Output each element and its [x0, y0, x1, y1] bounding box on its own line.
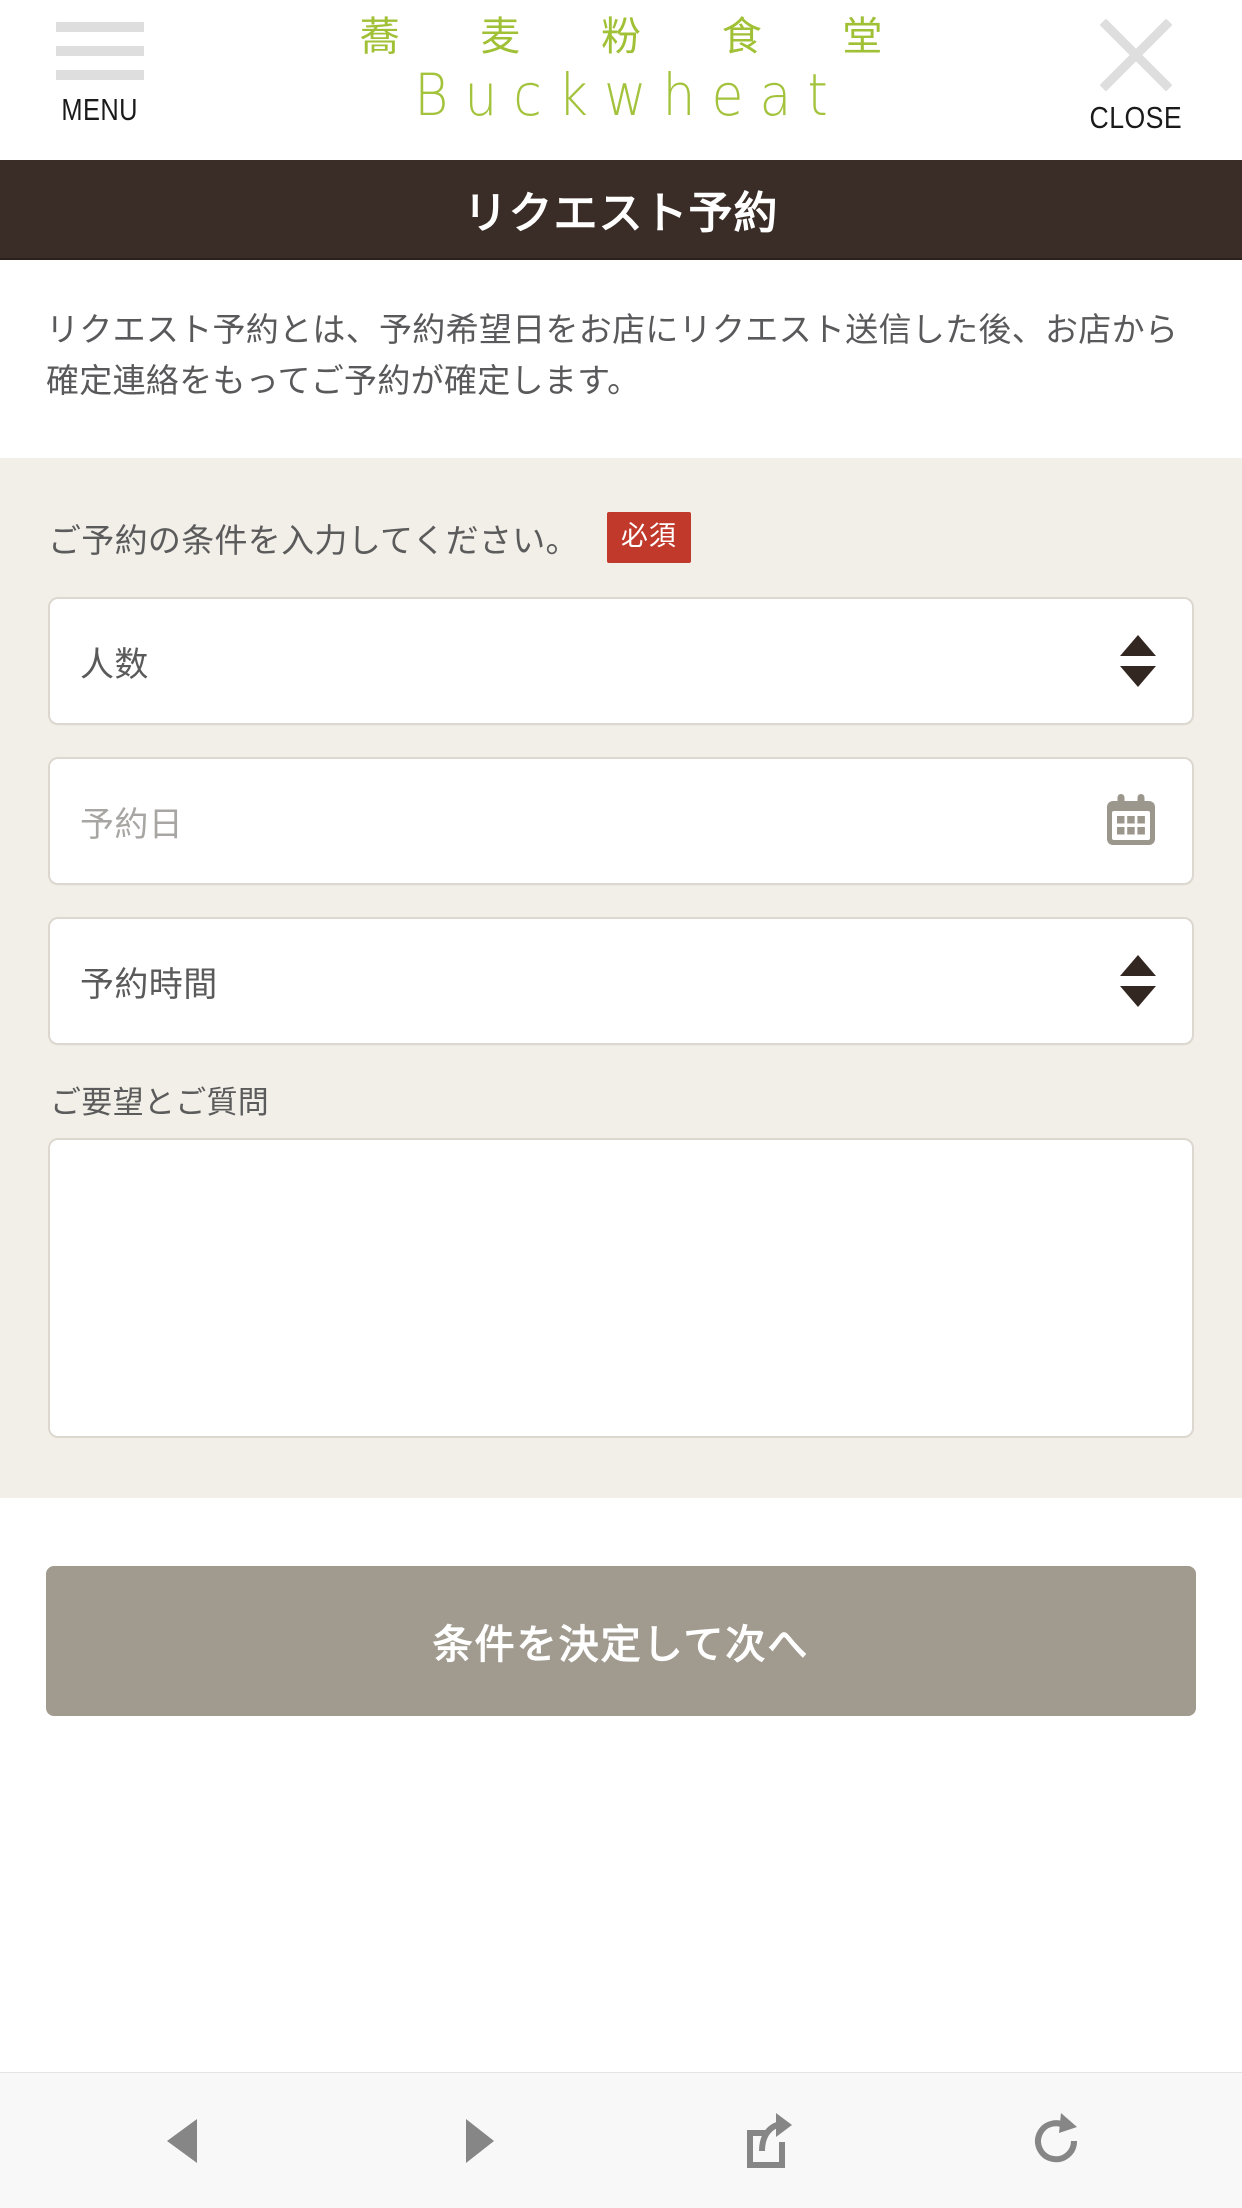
hamburger-icon [56, 22, 144, 80]
submit-zone: 条件を決定して次へ [0, 1498, 1242, 1789]
reservation-date-input[interactable]: 予約日 [48, 757, 1194, 886]
logo-english-text: Buckwheat [414, 62, 844, 130]
back-icon[interactable] [110, 2086, 260, 2196]
close-button-label: CLOSE [1089, 100, 1183, 135]
required-badge: 必須 [606, 512, 691, 564]
reservation-date-placeholder: 予約日 [80, 805, 184, 844]
page-description: リクエスト予約とは、予約希望日をお店にリクエスト送信した後、お店から確定連絡をも… [0, 260, 1242, 459]
menu-button[interactable]: MENU [40, 22, 160, 128]
menu-button-label: MENU [61, 92, 139, 127]
submit-button[interactable]: 条件を決定して次へ [46, 1566, 1196, 1717]
hamburger-line [56, 22, 144, 32]
calendar-icon[interactable] [1102, 792, 1160, 850]
party-size-value: 人数 [80, 645, 149, 684]
browser-toolbar [0, 2072, 1242, 2208]
reservation-form: ご予約の条件を入力してください。 必須 人数 予約日 予約時間 ご要望とご質問 [0, 458, 1242, 1499]
close-button[interactable]: CLOSE [1066, 18, 1206, 136]
reservation-time-value: 予約時間 [80, 965, 218, 1004]
forward-icon[interactable] [401, 2086, 551, 2196]
requests-label: ご要望とご質問 [50, 1085, 270, 1121]
page-bottom-spacer [0, 1788, 1242, 2072]
requests-textarea[interactable] [48, 1138, 1194, 1439]
party-size-select[interactable]: 人数 [48, 597, 1194, 726]
app-screen: MENU 蕎 麦 粉 食 堂 Buckwheat CLOSE リクエスト予約 リ… [0, 0, 1242, 2208]
form-section-header: ご予約の条件を入力してください。 必須 [48, 512, 1194, 564]
share-icon[interactable] [691, 2086, 841, 2196]
hamburger-line [56, 70, 144, 80]
site-logo[interactable]: 蕎 麦 粉 食 堂 Buckwheat [326, 14, 917, 129]
reservation-time-select[interactable]: 予約時間 [48, 917, 1194, 1046]
close-icon [1099, 18, 1173, 92]
logo-japanese-text: 蕎 麦 粉 食 堂 [359, 14, 917, 60]
hamburger-line [56, 46, 144, 56]
reload-icon[interactable] [982, 2086, 1132, 2196]
stepper-updown-icon [1120, 955, 1156, 1008]
page-title: リクエスト予約 [0, 160, 1242, 260]
stepper-updown-icon [1120, 635, 1156, 688]
site-header: MENU 蕎 麦 粉 食 堂 Buckwheat CLOSE [0, 0, 1242, 160]
form-section-label: ご予約の条件を入力してください。 [48, 521, 579, 559]
